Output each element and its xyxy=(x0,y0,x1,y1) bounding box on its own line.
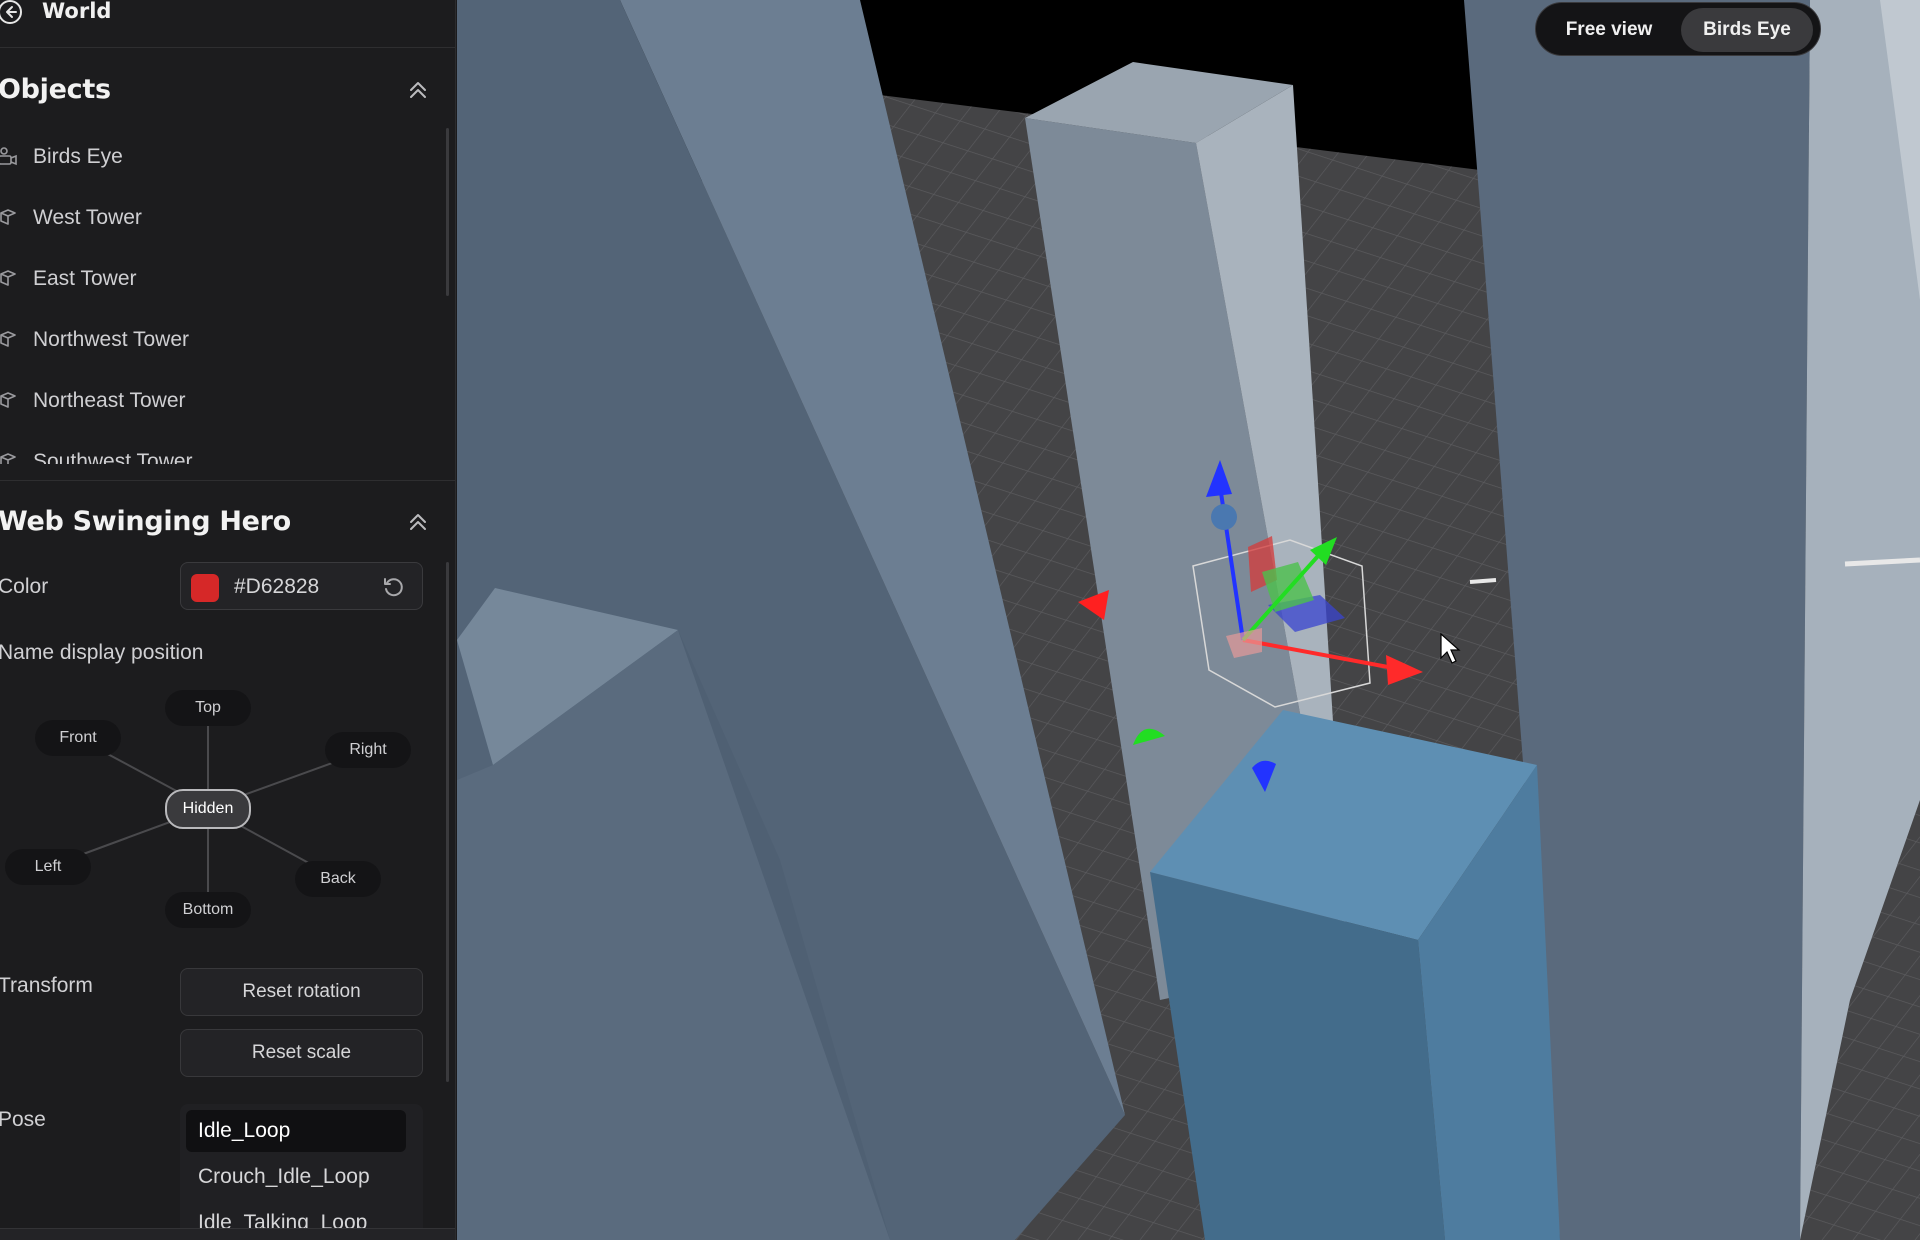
object-item-label: Northeast Tower xyxy=(33,389,186,412)
birds-eye-toggle[interactable]: Birds Eye xyxy=(1681,8,1813,52)
object-item-east-tower[interactable]: East Tower xyxy=(0,255,440,303)
object-item-northeast-tower[interactable]: Northeast Tower xyxy=(0,377,440,425)
scene-sidebar: World Objects Birds Eye West Tower East … xyxy=(0,0,456,1240)
free-view-toggle[interactable]: Free view xyxy=(1542,8,1676,52)
objects-section-title: Objects xyxy=(0,74,111,105)
cube-icon xyxy=(0,209,16,225)
position-right[interactable]: Right xyxy=(325,732,411,768)
position-hidden[interactable]: Hidden xyxy=(165,789,251,829)
cube-icon xyxy=(0,331,16,347)
color-swatch[interactable] xyxy=(191,574,219,602)
position-top[interactable]: Top xyxy=(165,690,251,726)
object-item-birds-eye[interactable]: Birds Eye xyxy=(0,133,440,181)
back-arrow-icon[interactable] xyxy=(0,0,24,26)
collapse-inspector-icon[interactable] xyxy=(404,508,432,536)
pose-label: Pose xyxy=(0,1108,46,1131)
position-bottom[interactable]: Bottom xyxy=(165,892,251,928)
object-item-label: Northwest Tower xyxy=(33,328,190,351)
transform-label: Transform xyxy=(0,974,93,997)
inspector-title: Web Swinging Hero xyxy=(0,506,291,537)
color-hex-value: #D62828 xyxy=(234,575,320,598)
collapse-objects-icon[interactable] xyxy=(404,76,432,104)
position-back[interactable]: Back xyxy=(295,861,381,897)
object-item-label: West Tower xyxy=(33,206,142,229)
object-item-label: East Tower xyxy=(33,267,137,290)
cube-icon xyxy=(0,392,16,408)
scene-render xyxy=(457,0,1920,1240)
camera-view-toggle[interactable]: Free view Birds Eye xyxy=(1535,2,1821,56)
pose-item[interactable]: Idle_Loop xyxy=(186,1110,406,1152)
object-item-west-tower[interactable]: West Tower xyxy=(0,194,440,242)
pose-item[interactable]: Crouch_Idle_Loop xyxy=(186,1156,406,1198)
objects-scrollbar[interactable] xyxy=(446,128,449,296)
section-divider xyxy=(0,480,455,481)
name-position-graph: Top Front Right Hidden Left Back Bottom xyxy=(0,680,440,940)
reset-scale-button[interactable]: Reset scale xyxy=(180,1029,423,1077)
sidebar-bottom-bar xyxy=(0,1228,455,1240)
position-left[interactable]: Left xyxy=(5,849,91,885)
color-label: Color xyxy=(0,575,49,598)
position-front[interactable]: Front xyxy=(35,720,121,756)
inspector-scrollbar[interactable] xyxy=(446,562,449,1082)
color-field[interactable]: #D62828 xyxy=(180,562,423,610)
camera-icon xyxy=(0,147,17,166)
object-item-label: Birds Eye xyxy=(33,145,123,168)
cube-icon xyxy=(0,453,16,464)
cube-icon xyxy=(0,270,16,286)
reset-color-icon[interactable] xyxy=(381,575,405,599)
pose-list[interactable]: Idle_Loop Crouch_Idle_Loop Idle_Talking_… xyxy=(180,1104,423,1240)
object-item-northwest-tower[interactable]: Northwest Tower xyxy=(0,316,440,364)
page-title: World xyxy=(42,0,112,23)
object-item-southwest-tower[interactable]: Southwest Tower xyxy=(0,438,440,464)
header: World xyxy=(0,0,455,48)
3d-viewport[interactable]: Free view Birds Eye xyxy=(457,0,1920,1240)
object-item-label: Southwest Tower xyxy=(33,450,193,464)
reset-rotation-button[interactable]: Reset rotation xyxy=(180,968,423,1016)
name-position-label: Name display position xyxy=(0,641,204,664)
